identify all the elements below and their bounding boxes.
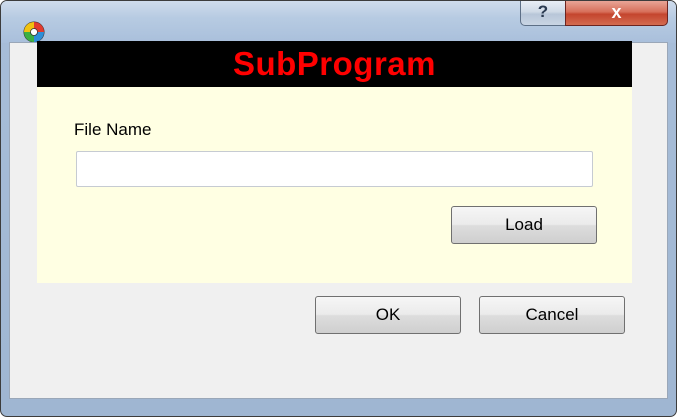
cancel-button[interactable]: Cancel	[479, 296, 625, 334]
close-button[interactable]: x	[565, 1, 668, 26]
caption-buttons: ? x	[520, 1, 668, 27]
help-icon: ?	[537, 2, 549, 21]
file-name-label: File Name	[74, 120, 152, 139]
file-name-input[interactable]	[76, 151, 593, 187]
load-button[interactable]: Load	[451, 206, 597, 244]
help-button[interactable]: ?	[520, 1, 566, 26]
ok-button[interactable]: OK	[315, 296, 461, 334]
program-banner: SubProgram	[37, 41, 632, 87]
app-icon	[23, 21, 45, 43]
close-icon: x	[611, 2, 622, 22]
title-bar[interactable]: ? x	[1, 1, 676, 43]
